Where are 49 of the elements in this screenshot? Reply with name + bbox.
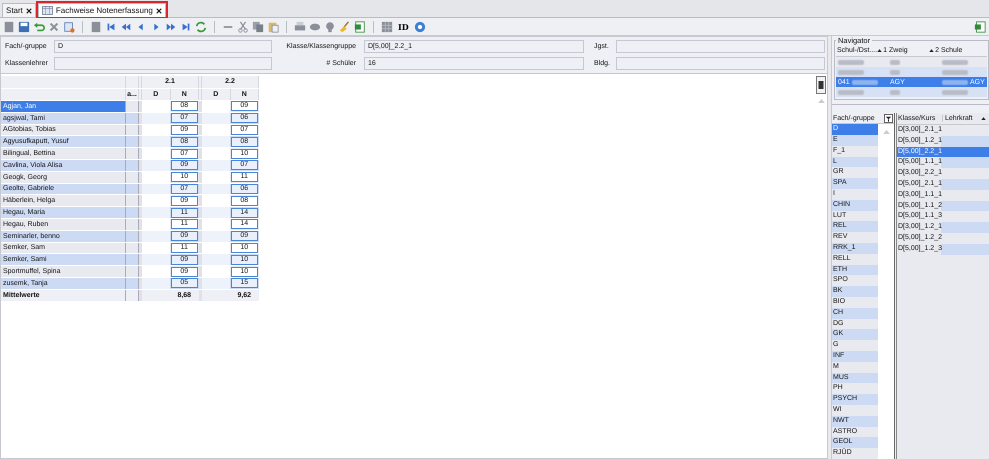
page-icon[interactable] <box>3 20 15 32</box>
save-icon[interactable] <box>18 20 30 32</box>
sort-ascending-icon <box>981 116 986 120</box>
redacted-text <box>942 80 968 84</box>
close-icon[interactable] <box>156 8 162 14</box>
tab-label: Start <box>6 6 23 15</box>
paste-icon[interactable] <box>267 20 279 32</box>
redacted-text <box>852 80 878 84</box>
copy-icon[interactable] <box>252 20 264 32</box>
undo-icon[interactable] <box>33 20 45 32</box>
side-panel-button[interactable] <box>816 76 826 94</box>
tab-label: Fachweise Notenerfassung <box>56 6 153 15</box>
redacted-text <box>942 70 968 74</box>
scroll-up-icon[interactable] <box>818 98 824 103</box>
sort-ascending-icon <box>877 48 882 52</box>
tab[interactable]: Fachweise Notenerfassung <box>38 3 166 17</box>
bulb-icon[interactable] <box>324 20 336 32</box>
redacted-text <box>890 90 900 94</box>
last-icon[interactable] <box>180 20 192 32</box>
redacted-text <box>942 60 968 64</box>
text-field[interactable] <box>616 57 825 70</box>
cut-icon[interactable] <box>237 20 249 32</box>
navigator-row[interactable] <box>836 57 987 67</box>
redacted-text <box>942 90 968 94</box>
fast-forward-icon[interactable] <box>165 20 177 32</box>
close-icon[interactable] <box>26 8 32 14</box>
help-icon[interactable] <box>414 20 426 32</box>
scroll-up-icon[interactable] <box>882 129 890 134</box>
redacted-text <box>838 60 864 64</box>
first-icon[interactable] <box>105 20 117 32</box>
filter-icon[interactable] <box>884 114 893 123</box>
spreadsheet-icon[interactable] <box>974 20 986 32</box>
edit-icon[interactable] <box>63 20 75 32</box>
tab[interactable]: Start <box>2 3 36 17</box>
page-icon[interactable] <box>90 20 102 32</box>
grid-icon[interactable] <box>381 20 393 32</box>
rewind-icon[interactable] <box>120 20 132 32</box>
redacted-text <box>838 90 864 94</box>
broom-icon[interactable] <box>339 20 351 32</box>
text-field[interactable] <box>616 40 825 53</box>
eye-icon[interactable] <box>309 20 321 32</box>
spreadsheet-icon[interactable] <box>354 20 366 32</box>
id-button[interactable]: ID <box>396 22 411 32</box>
text-field[interactable] <box>54 57 272 70</box>
redacted-text <box>838 70 864 74</box>
refresh-icon[interactable] <box>195 20 207 32</box>
print-icon[interactable] <box>294 20 306 32</box>
table-icon <box>42 6 53 15</box>
sort-ascending-icon <box>929 48 934 52</box>
